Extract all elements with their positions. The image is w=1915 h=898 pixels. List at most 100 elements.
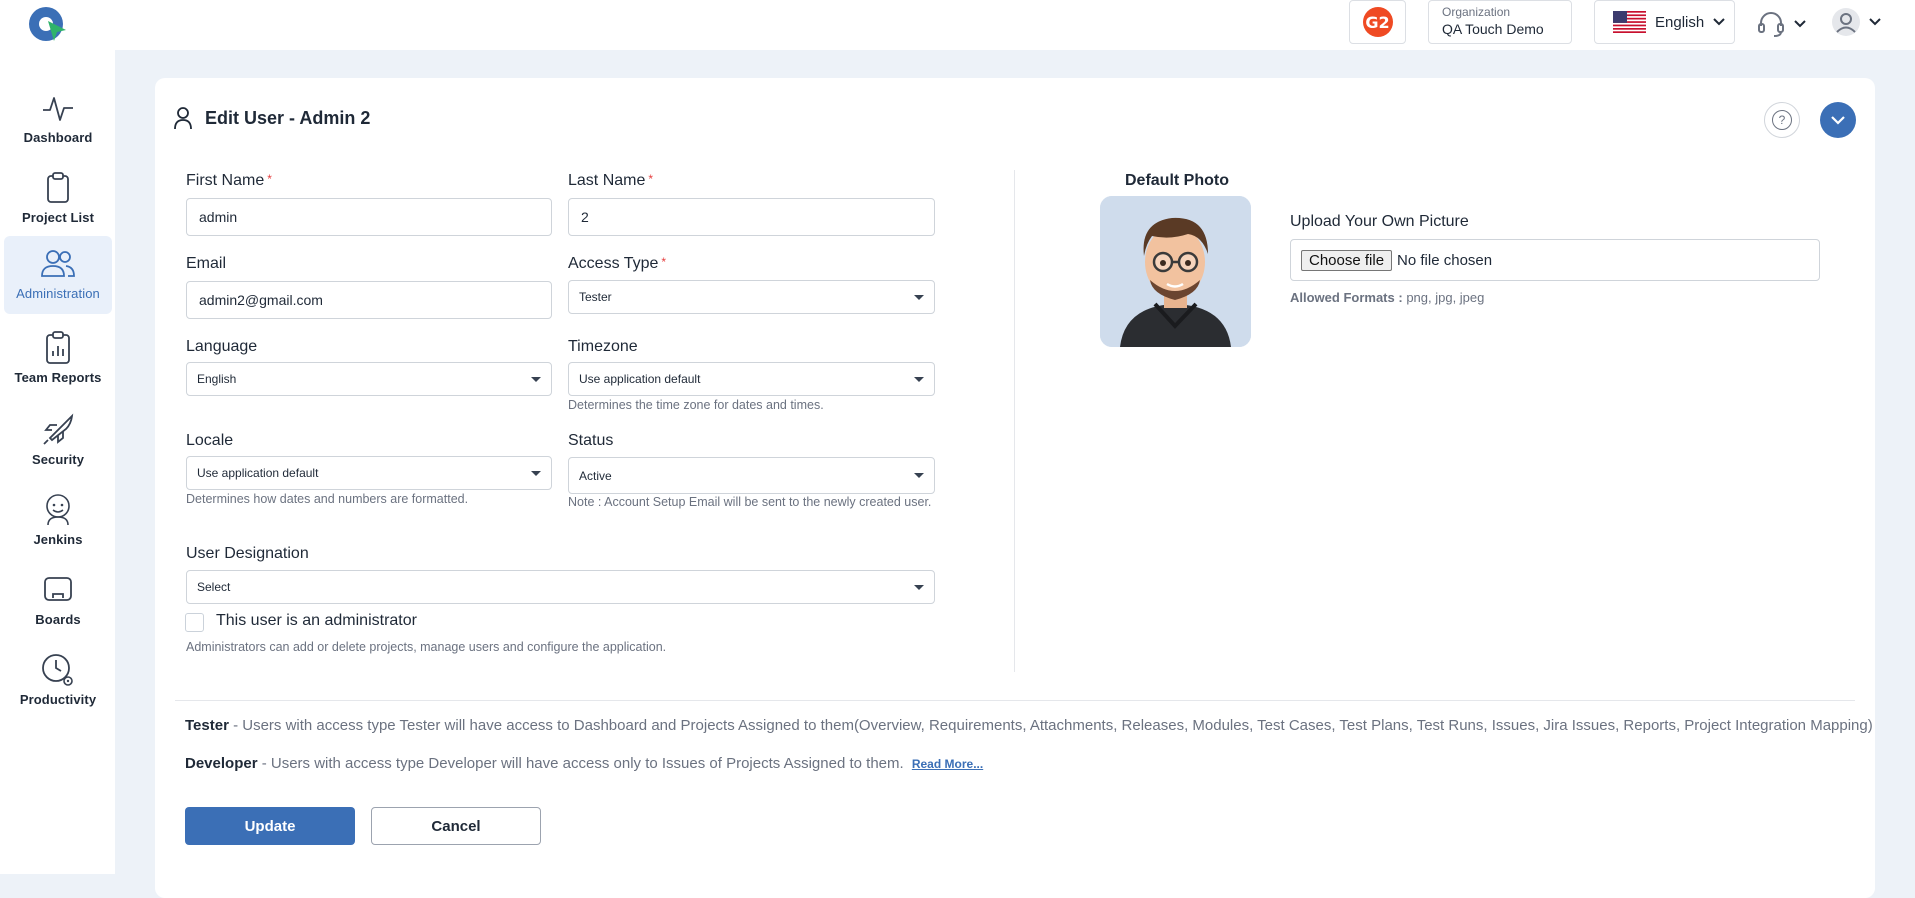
timezone-value: Use application default [579, 372, 701, 386]
language-label: English [1655, 13, 1705, 31]
clock-gear-icon [42, 654, 73, 686]
developer-role-label: Developer [185, 755, 258, 772]
access-type-value: Tester [579, 290, 612, 304]
timezone-hint: Determines the time zone for dates and t… [568, 398, 824, 412]
sidebar-item-label: Administration [16, 286, 100, 301]
sidebar-item-security[interactable]: Security [4, 402, 112, 480]
status-value: Active [579, 468, 612, 483]
column-divider [1014, 170, 1015, 672]
sidebar-item-project-list[interactable]: Project List [4, 160, 112, 238]
user-designation-value: Select [197, 580, 231, 594]
allowed-formats-value: png, jpg, jpeg [1406, 290, 1485, 305]
organization-selector[interactable]: Organization QA Touch Demo [1428, 0, 1572, 44]
status-hint: Note : Account Setup Email will be sent … [568, 495, 932, 509]
last-name-input[interactable]: 2 [568, 198, 935, 236]
tester-description: Tester - Users with access type Tester w… [185, 717, 1873, 734]
chevron-down-icon [1869, 18, 1881, 26]
user-designation-select[interactable]: Select [186, 570, 935, 604]
caret-down-icon [914, 294, 924, 300]
sidebar-item-productivity[interactable]: Productivity [4, 642, 112, 720]
required-mark: * [648, 172, 654, 186]
clipboard-icon [47, 172, 69, 203]
cancel-button[interactable]: Cancel [371, 807, 541, 845]
tester-description-text: - Users with access type Tester will hav… [233, 717, 1873, 734]
email-field[interactable]: admin2@gmail.com [186, 281, 552, 319]
access-type-select[interactable]: Tester [568, 280, 935, 314]
timezone-select[interactable]: Use application default [568, 362, 935, 396]
default-photo-avatar [1100, 196, 1251, 347]
caret-down-icon [914, 376, 924, 382]
sidebar: Dashboard Project List Administration Te… [0, 50, 115, 874]
sidebar-item-label: Dashboard [23, 130, 93, 145]
first-name-label-text: First Name [186, 172, 265, 189]
developer-description-text: - Users with access type Developer will … [261, 755, 904, 772]
locale-label: Locale [186, 432, 234, 449]
developer-description: Developer - Users with access type Devel… [185, 755, 983, 772]
administrator-checkbox-label[interactable]: This user is an administrator [216, 612, 417, 630]
language-value: English [197, 372, 237, 386]
locale-value: Use application default [197, 466, 319, 480]
first-name-input[interactable]: admin [186, 198, 552, 236]
caret-down-icon [531, 376, 541, 382]
app-logo-icon[interactable] [26, 4, 70, 44]
language-selector[interactable]: English [1594, 0, 1735, 44]
cartoon-avatar-image [1100, 196, 1251, 347]
caret-down-icon [914, 584, 924, 590]
timezone-label: Timezone [568, 338, 638, 355]
sidebar-item-dashboard[interactable]: Dashboard [4, 80, 112, 158]
first-name-label: First Name * [186, 172, 272, 190]
read-more-link[interactable]: Read More... [912, 757, 983, 771]
sidebar-item-team-reports[interactable]: Team Reports [4, 320, 112, 398]
edit-user-card: Edit User - Admin 2 ? First Name * admin … [155, 78, 1875, 898]
user-icon [174, 107, 192, 130]
sidebar-item-label: Productivity [19, 692, 97, 707]
caret-down-icon [914, 473, 924, 478]
organization-value: QA Touch Demo [1442, 21, 1544, 37]
default-photo-label: Default Photo [1125, 172, 1229, 189]
file-upload-field[interactable]: Choose file No file chosen [1290, 239, 1820, 281]
users-icon [41, 250, 75, 277]
collapse-button[interactable] [1820, 102, 1856, 138]
no-file-text: No file chosen [1397, 251, 1493, 269]
sidebar-item-label: Security [31, 452, 85, 467]
pulse-icon [43, 97, 73, 121]
allowed-formats-label: Allowed Formats : [1290, 290, 1403, 305]
sidebar-item-administration[interactable]: Administration [4, 236, 112, 314]
user-avatar-icon [1832, 8, 1860, 36]
sidebar-item-label: Project List [22, 210, 94, 225]
help-button[interactable]: ? [1764, 102, 1800, 138]
required-mark: * [267, 172, 272, 186]
page-header: Edit User - Admin 2 [173, 106, 370, 130]
sidebar-item-label: Boards [35, 612, 81, 627]
page-title: Edit User - Admin 2 [205, 107, 371, 128]
required-mark: * [661, 255, 667, 269]
language-select[interactable]: English [186, 362, 552, 396]
caret-down-icon [531, 470, 541, 476]
access-type-label: Access Type * [568, 255, 666, 273]
email-label: Email [186, 255, 227, 272]
jenkins-icon [46, 494, 70, 526]
section-divider [175, 700, 1855, 701]
language-label: Language [186, 338, 258, 355]
user-menu[interactable] [1831, 7, 1881, 37]
administrator-checkbox[interactable] [185, 613, 204, 632]
top-bar: G2 Organization QA Touch Demo English [0, 0, 1915, 50]
administrator-hint: Administrators can add or delete project… [186, 640, 667, 654]
update-button[interactable]: Update [185, 807, 355, 845]
access-type-label-text: Access Type [568, 255, 659, 272]
status-select[interactable]: Active [568, 457, 935, 494]
locale-select[interactable]: Use application default [186, 456, 552, 490]
chevron-down-icon [1794, 20, 1806, 28]
support-menu[interactable] [1756, 10, 1806, 38]
sidebar-item-boards[interactable]: Boards [4, 562, 112, 640]
choose-file-button[interactable]: Choose file [1301, 249, 1393, 271]
question-icon: ? [1772, 110, 1792, 130]
sidebar-item-label: Jenkins [33, 532, 83, 547]
upload-picture-label: Upload Your Own Picture [1290, 213, 1469, 230]
chevron-down-icon [1713, 18, 1725, 26]
sidebar-item-jenkins[interactable]: Jenkins [4, 482, 112, 560]
g2-badge-button[interactable]: G2 [1349, 0, 1406, 44]
tester-role-label: Tester [185, 717, 229, 734]
locale-hint: Determines how dates and numbers are for… [186, 492, 469, 506]
report-chart-icon [46, 331, 70, 364]
